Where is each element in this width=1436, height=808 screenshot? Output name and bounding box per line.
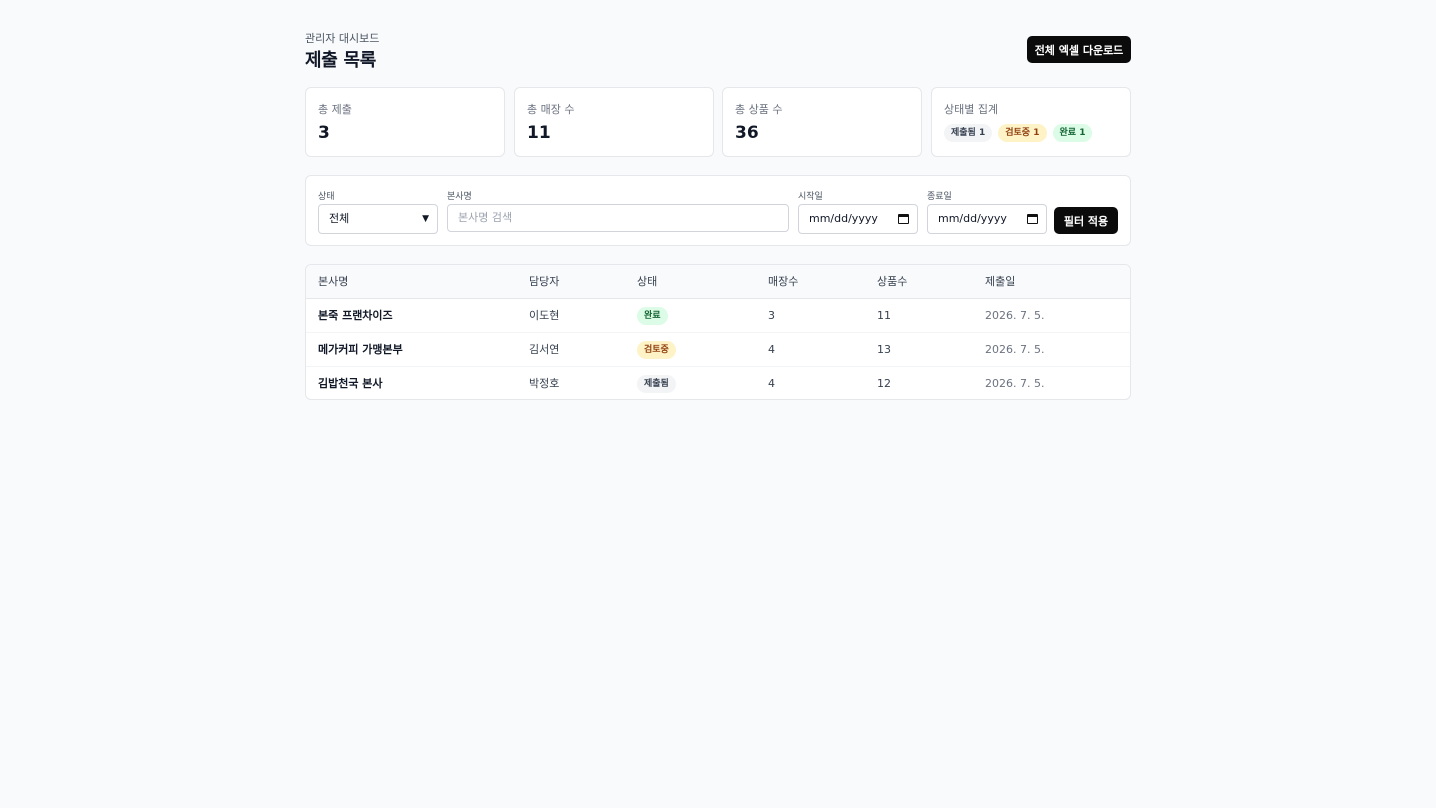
company-search-placeholder: 본사명 검색: [458, 211, 513, 224]
stat-card-total-submissions: 총 제출 3: [305, 87, 505, 157]
stat-value: 3: [318, 123, 330, 143]
table-header: 본사명 담당자 상태 매장수 상품수 제출일: [306, 265, 1130, 299]
start-date-value: mm/dd/yyyy: [809, 212, 878, 225]
company-search-input[interactable]: 본사명 검색: [447, 204, 789, 232]
stat-card-status-summary: 상태별 집계 제출됨 1 검토중 1 완료 1: [931, 87, 1131, 157]
store-count: 4: [768, 343, 775, 356]
page-title: 제출 목록: [305, 50, 377, 71]
end-date-input[interactable]: mm/dd/yyyy: [927, 204, 1047, 234]
status-badge-review: 검토중 1: [998, 124, 1047, 142]
status-badge-submitted: 제출됨 1: [944, 124, 993, 142]
column-header-company: 본사명: [318, 275, 349, 288]
calendar-icon[interactable]: [1027, 214, 1038, 224]
dashboard-container: 관리자 대시보드 제출 목록 전체 엑셀 다운로드 총 제출 3 총 매장 수 …: [305, 0, 1131, 400]
page-header: 관리자 대시보드 제출 목록 전체 엑셀 다운로드: [305, 0, 1131, 87]
start-date-input[interactable]: mm/dd/yyyy: [798, 204, 918, 234]
status-badge: 검토중: [637, 341, 676, 359]
stats-row: 총 제출 3 총 매장 수 11 총 상품 수 36 상태별 집계 제출됨 1 …: [305, 87, 1131, 157]
start-date-label: 시작일: [798, 192, 823, 202]
store-count: 4: [768, 377, 775, 390]
company-filter-label: 본사명: [447, 192, 472, 202]
manager-name: 박정호: [529, 377, 560, 390]
company-name: 김밥천국 본사: [318, 377, 383, 390]
status-badge: 완료: [637, 307, 668, 325]
submit-date: 2026. 7. 5.: [985, 309, 1045, 322]
stat-value: 36: [735, 123, 759, 143]
status-select[interactable]: 전체 ▼: [318, 204, 438, 234]
calendar-icon[interactable]: [898, 214, 909, 224]
submit-date: 2026. 7. 5.: [985, 377, 1045, 390]
company-name: 본죽 프랜차이즈: [318, 309, 393, 322]
column-header-status: 상태: [637, 275, 658, 288]
export-excel-button[interactable]: 전체 엑셀 다운로드: [1027, 36, 1131, 63]
table-row[interactable]: 본죽 프랜차이즈 이도현 완료 3 11 2026. 7. 5.: [306, 299, 1130, 333]
column-header-products: 상품수: [877, 275, 908, 288]
stat-label: 총 제출: [318, 103, 352, 116]
product-count: 13: [877, 343, 891, 356]
status-badge: 제출됨: [637, 375, 676, 393]
product-count: 12: [877, 377, 891, 390]
table-row[interactable]: 김밥천국 본사 박정호 제출됨 4 12 2026. 7. 5.: [306, 367, 1130, 399]
company-name: 메가커피 가맹본부: [318, 343, 403, 356]
stat-label: 총 매장 수: [527, 103, 575, 116]
submissions-table: 본사명 담당자 상태 매장수 상품수 제출일 본죽 프랜차이즈 이도현 완료 3…: [305, 264, 1131, 400]
status-cell: 검토중: [637, 333, 676, 366]
status-select-value: 전체: [329, 212, 350, 225]
product-count: 11: [877, 309, 891, 322]
stat-card-total-products: 총 상품 수 36: [722, 87, 922, 157]
stat-card-total-stores: 총 매장 수 11: [514, 87, 714, 157]
end-date-label: 종료일: [927, 192, 952, 202]
column-header-stores: 매장수: [768, 275, 799, 288]
store-count: 3: [768, 309, 775, 322]
manager-name: 김서연: [529, 343, 560, 356]
end-date-value: mm/dd/yyyy: [938, 212, 1007, 225]
stat-label: 상태별 집계: [944, 103, 999, 116]
status-badge-done: 완료 1: [1052, 124, 1093, 142]
status-chip-group: 제출됨 1 검토중 1 완료 1: [944, 124, 1093, 142]
apply-filter-button[interactable]: 필터 적용: [1054, 207, 1118, 234]
breadcrumb: 관리자 대시보드: [305, 32, 380, 45]
status-cell: 완료: [637, 299, 668, 332]
stat-label: 총 상품 수: [735, 103, 783, 116]
submit-date: 2026. 7. 5.: [985, 343, 1045, 356]
table-row[interactable]: 메가커피 가맹본부 김서연 검토중 4 13 2026. 7. 5.: [306, 333, 1130, 367]
status-filter-label: 상태: [318, 192, 335, 202]
column-header-date: 제출일: [985, 275, 1016, 288]
stat-value: 11: [527, 123, 551, 143]
manager-name: 이도현: [529, 309, 560, 322]
status-cell: 제출됨: [637, 367, 676, 399]
chevron-down-icon: ▼: [422, 214, 429, 224]
filter-panel: 상태 전체 ▼ 본사명 본사명 검색 시작일 mm/dd/yyyy 종료일 mm…: [305, 175, 1131, 246]
column-header-manager: 담당자: [529, 275, 560, 288]
